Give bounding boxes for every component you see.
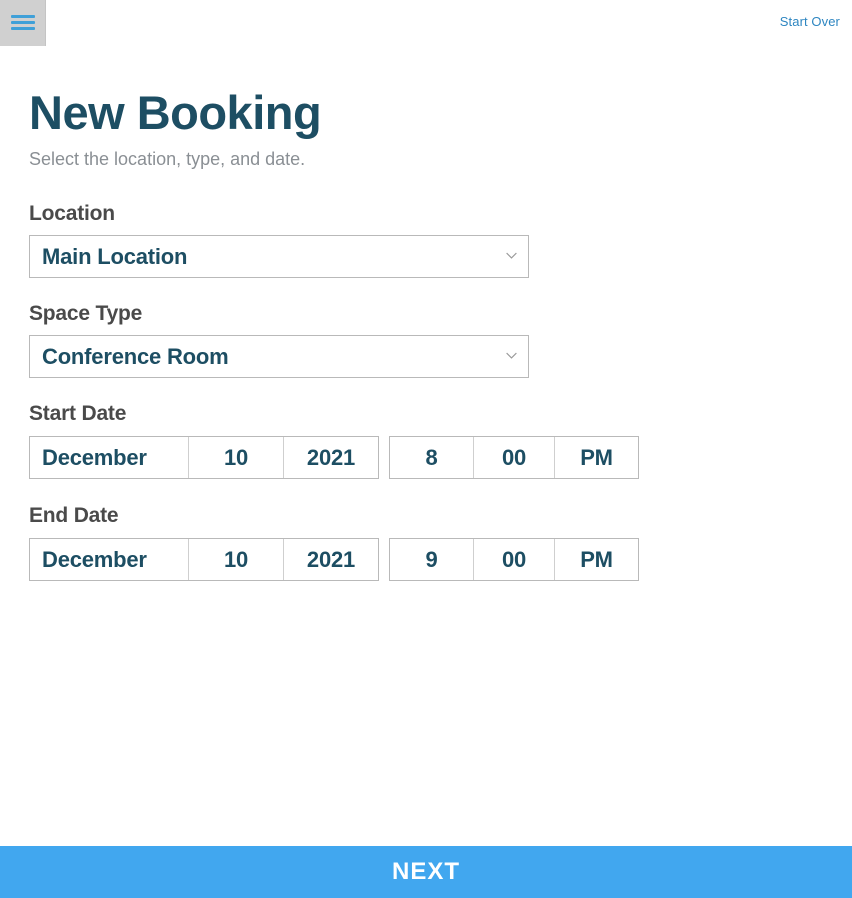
page-title: New Booking xyxy=(29,86,322,139)
hamburger-line-3 xyxy=(11,27,35,30)
end-date-field-group: End Date December 10 2021 9 00 PM xyxy=(0,504,852,582)
page-subtitle: Select the location, type, and date. xyxy=(29,149,306,170)
hamburger-line-2 xyxy=(11,21,35,24)
top-bar: Start Over xyxy=(0,0,852,46)
start-time-hour[interactable]: 8 xyxy=(390,437,474,479)
hamburger-menu-icon[interactable] xyxy=(0,0,46,46)
start-date-field-group: Start Date December 10 2021 8 00 PM xyxy=(0,402,852,480)
start-date-month[interactable]: December xyxy=(30,437,189,479)
end-date-label: End Date xyxy=(29,504,119,528)
chevron-down-icon xyxy=(505,249,518,262)
hamburger-line-1 xyxy=(11,15,35,18)
next-button-label: NEXT xyxy=(391,858,460,885)
location-label: Location xyxy=(29,202,115,226)
start-date-group: December 10 2021 xyxy=(29,436,379,480)
start-over-link[interactable]: Start Over xyxy=(780,14,840,29)
location-select[interactable]: Main Location xyxy=(29,235,529,279)
start-date-day[interactable]: 10 xyxy=(189,437,284,479)
end-date-group: December 10 2021 xyxy=(29,538,379,582)
start-date-label: Start Date xyxy=(29,402,127,426)
start-time-meridiem[interactable]: PM xyxy=(555,437,638,478)
space-type-label: Space Type xyxy=(29,302,143,326)
end-date-year[interactable]: 2021 xyxy=(284,539,378,580)
chevron-down-icon xyxy=(505,349,518,362)
end-date-month[interactable]: December xyxy=(30,539,189,581)
end-time-group: 9 00 PM xyxy=(389,538,639,582)
start-date-year[interactable]: 2021 xyxy=(284,437,378,478)
location-field-group: Location Main Location xyxy=(0,202,852,279)
space-type-select[interactable]: Conference Room xyxy=(29,335,529,379)
space-type-select-value: Conference Room xyxy=(42,343,229,369)
start-date-row: December 10 2021 8 00 PM xyxy=(29,436,852,480)
end-time-hour[interactable]: 9 xyxy=(390,539,474,581)
end-time-minute[interactable]: 00 xyxy=(474,539,555,581)
main-content: New Booking Select the location, type, a… xyxy=(0,46,852,582)
location-select-value: Main Location xyxy=(42,243,188,269)
next-button[interactable]: NEXT xyxy=(0,846,852,898)
start-time-group: 8 00 PM xyxy=(389,436,639,480)
end-date-day[interactable]: 10 xyxy=(189,539,284,581)
space-type-field-group: Space Type Conference Room xyxy=(0,302,852,379)
end-date-row: December 10 2021 9 00 PM xyxy=(29,538,852,582)
end-time-meridiem[interactable]: PM xyxy=(555,539,638,580)
start-time-minute[interactable]: 00 xyxy=(474,437,555,479)
